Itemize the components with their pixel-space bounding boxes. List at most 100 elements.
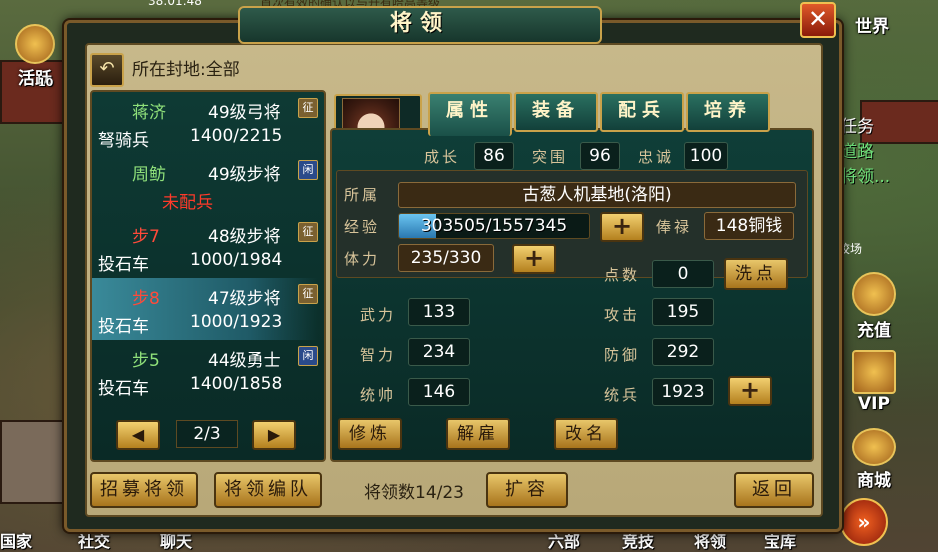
general-item[interactable]: 周鲂 49级步将 闲 未配兵	[92, 154, 318, 216]
stamina-plus-button[interactable]: +	[512, 244, 556, 274]
general-level: 49级步将	[208, 165, 281, 185]
status-badge: 征	[298, 98, 318, 118]
huoyue-badge: 10	[38, 76, 54, 89]
vip-icon	[852, 350, 896, 394]
general-level: 44级勇士	[208, 351, 281, 371]
gongji-value: 195	[652, 298, 714, 326]
back-button[interactable]: ↶	[90, 53, 124, 87]
troop-count: 1000/1923	[190, 312, 283, 332]
shop-label: 商城	[857, 471, 891, 491]
close-button[interactable]: ✕	[800, 2, 836, 38]
clock-text: 38:01:48	[148, 0, 202, 8]
vip-button[interactable]: VIP	[846, 350, 902, 414]
reset-points-button[interactable]: 洗点	[724, 258, 788, 290]
world-button[interactable]: 世界	[842, 12, 902, 37]
breakthrough-value: 96	[580, 142, 620, 170]
wuli-value: 133	[408, 298, 470, 326]
shop-button[interactable]: 商城	[846, 428, 902, 491]
next-page-button[interactable]: ▶	[252, 420, 296, 450]
return-button[interactable]: 返回	[734, 472, 814, 508]
tongbing-label: 统兵	[604, 386, 641, 404]
plus-icon: +	[739, 376, 761, 404]
gongji-label: 攻击	[604, 306, 641, 324]
fangyu-label: 防御	[604, 346, 641, 364]
task-item: 道路	[840, 142, 874, 162]
expand-button[interactable]: 扩容	[486, 472, 568, 508]
general-level: 47级步将	[208, 289, 281, 309]
status-badge: 闲	[298, 160, 318, 180]
general-name: 步5	[132, 351, 160, 371]
loyalty-value: 100	[684, 142, 728, 170]
coin-icon	[852, 272, 896, 316]
troop-type: 弩骑兵	[98, 131, 149, 151]
general-name: 步8	[132, 289, 160, 309]
general-level: 48级步将	[208, 227, 281, 247]
zhili-value: 234	[408, 338, 470, 366]
rename-button[interactable]: 改名	[554, 418, 618, 450]
growth-label: 成长	[424, 148, 461, 166]
activity-icon	[15, 24, 55, 64]
troop-type: 投石车	[98, 317, 149, 337]
troop-type: 投石车	[98, 379, 149, 399]
stamina-label: 体力	[344, 250, 381, 268]
panel-title: 将领	[238, 6, 602, 44]
tab-attributes[interactable]: 属性	[428, 92, 512, 136]
exp-bar: 303505/1557345	[398, 213, 590, 239]
prev-page-button[interactable]: ◀	[116, 420, 160, 450]
stamina-value: 235/330	[398, 244, 494, 272]
tongshuai-value: 146	[408, 378, 470, 406]
task-panel[interactable]: 任务 道路 将领...	[840, 112, 900, 187]
general-count: 将领数14/23	[364, 483, 464, 503]
vip-label: VIP	[858, 394, 890, 414]
close-icon: ✕	[807, 5, 829, 33]
city-wall	[0, 420, 64, 504]
troop-type: 投石车	[98, 255, 149, 275]
general-name: 周鲂	[132, 165, 166, 185]
huoyue-button[interactable]: 活跃 10	[10, 24, 60, 89]
status-badge: 闲	[298, 346, 318, 366]
train-button[interactable]: 修炼	[338, 418, 402, 450]
general-item[interactable]: 步5 44级勇士 闲 投石车 1400/1858	[92, 340, 318, 402]
status-badge: 征	[298, 222, 318, 242]
wuli-label: 武力	[360, 306, 397, 324]
page-number: 2/3	[176, 420, 238, 448]
points-label: 点数	[604, 266, 641, 284]
troop-count: 1000/1984	[190, 250, 283, 270]
arrow-right-icon: ▶	[267, 425, 281, 444]
collapse-menu-icon[interactable]: »	[840, 498, 888, 546]
general-name: 步7	[132, 227, 160, 247]
general-item[interactable]: 步7 48级步将 征 投石车 1000/1984	[92, 216, 318, 278]
exp-plus-button[interactable]: +	[600, 212, 644, 242]
return-arrow-icon: ↶	[99, 58, 115, 79]
task-label: 任务	[840, 117, 874, 137]
general-name: 蒋济	[132, 103, 166, 123]
tongbing-value: 1923	[652, 378, 714, 406]
recruit-button[interactable]: 招募将领	[90, 472, 198, 508]
loyalty-label: 忠诚	[638, 148, 675, 166]
tab-troops[interactable]: 配兵	[600, 92, 684, 132]
general-item-selected[interactable]: 步8 47级步将 征 投石车 1000/1923	[92, 278, 318, 340]
tab-equipment[interactable]: 装备	[514, 92, 598, 132]
troop-type: 未配兵	[162, 193, 213, 213]
team-button[interactable]: 将领编队	[214, 472, 322, 508]
fangyu-value: 292	[652, 338, 714, 366]
tongbing-plus-button[interactable]: +	[728, 376, 772, 406]
exp-label: 经验	[344, 218, 381, 236]
recharge-label: 充值	[857, 321, 891, 341]
tab-country[interactable]: 国家	[0, 528, 32, 552]
task-item: 将领...	[840, 167, 891, 187]
recharge-button[interactable]: 充值	[846, 272, 902, 341]
plus-icon: +	[611, 212, 633, 240]
affiliation-value: 古葱人机基地(洛阳)	[398, 182, 796, 208]
affiliation-label: 所属	[344, 186, 381, 204]
arrow-left-icon: ◀	[131, 425, 145, 444]
points-value: 0	[652, 260, 714, 288]
tab-training[interactable]: 培养	[686, 92, 770, 132]
gold-ingot-icon	[852, 428, 896, 466]
general-item[interactable]: 蒋济 49级弓将 征 弩骑兵 1400/2215	[92, 92, 318, 154]
growth-value: 86	[474, 142, 514, 170]
tongshuai-label: 统帅	[360, 386, 397, 404]
status-badge: 征	[298, 284, 318, 304]
dismiss-button[interactable]: 解雇	[446, 418, 510, 450]
troop-count: 1400/1858	[190, 374, 283, 394]
